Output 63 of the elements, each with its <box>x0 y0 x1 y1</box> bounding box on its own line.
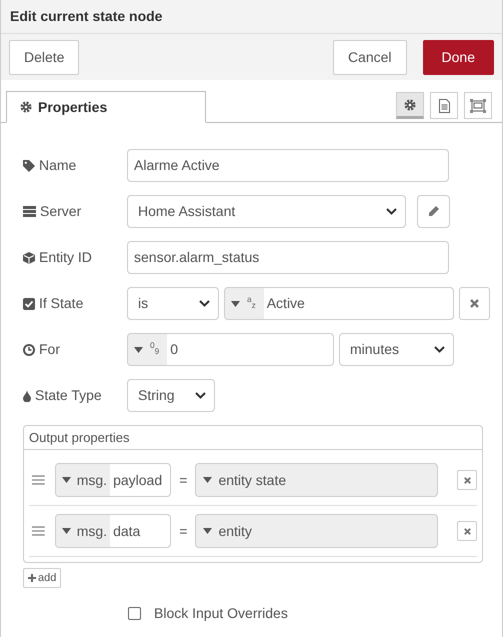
prefix-label: msg. <box>76 522 108 541</box>
caret-icon <box>203 477 212 483</box>
plus-icon <box>28 574 36 582</box>
chevron-down-icon <box>386 208 397 215</box>
caret-icon <box>203 528 212 534</box>
document-icon <box>438 98 450 112</box>
tag-icon <box>23 160 35 172</box>
properties-tab[interactable]: Properties <box>6 91 206 123</box>
remove-button[interactable] <box>457 521 477 541</box>
window-title: Edit current state node <box>10 7 162 26</box>
frame-button[interactable] <box>464 92 492 119</box>
caret-icon <box>134 346 143 352</box>
value-field[interactable]: entity <box>195 514 438 548</box>
value-field[interactable]: entity state <box>195 463 438 497</box>
drag-handle-icon[interactable] <box>32 475 45 485</box>
close-icon <box>464 476 471 484</box>
done-button[interactable]: Done <box>422 40 494 74</box>
checkbox-label: Block Input Overrides <box>154 604 288 623</box>
checked-box-icon <box>23 298 35 310</box>
caret-icon <box>231 300 240 306</box>
checkbox[interactable] <box>128 607 141 620</box>
field-label: For <box>39 340 60 359</box>
remove-button[interactable] <box>457 470 477 490</box>
close-icon <box>470 299 479 308</box>
prefix-label: msg. <box>76 470 108 490</box>
equals-sign: = <box>179 522 188 540</box>
select-field[interactable]: String <box>127 379 215 412</box>
chevron-down-icon <box>434 346 445 353</box>
select-field[interactable]: Home Assistant <box>127 195 406 228</box>
pencil-icon <box>428 206 439 217</box>
field-label: Name <box>39 156 76 175</box>
drag-handle-icon[interactable] <box>32 526 45 536</box>
field-label: Entity ID <box>39 248 92 267</box>
frame-icon <box>470 98 486 112</box>
server-icon <box>23 206 36 217</box>
cube-icon <box>23 252 35 264</box>
add-button[interactable]: add <box>23 568 62 588</box>
remove-button[interactable] <box>459 287 490 320</box>
select-field[interactable]: is <box>127 287 219 320</box>
field-label: State Type <box>35 386 102 405</box>
select-field[interactable]: minutes <box>339 333 454 366</box>
gear-button[interactable] <box>396 92 424 119</box>
text-field[interactable]: Alarme Active <box>127 149 449 182</box>
caret-icon <box>62 477 71 483</box>
property-field[interactable]: msg. data <box>54 514 172 548</box>
equals-sign: = <box>179 470 188 490</box>
document-button[interactable] <box>430 92 458 119</box>
chevron-down-icon <box>199 300 210 307</box>
text-field[interactable]: sensor.alarm_status <box>127 241 449 274</box>
clock-icon <box>23 344 35 356</box>
panel-title: Output properties <box>29 428 130 447</box>
close-icon <box>464 528 471 534</box>
property-field[interactable]: msg. payload <box>54 463 172 497</box>
toolbar-button[interactable]: Delete <box>9 40 80 74</box>
field-label: If State <box>39 294 84 313</box>
edit-button[interactable] <box>417 195 450 228</box>
toolbar-button[interactable]: Cancel <box>332 40 407 74</box>
gear-icon <box>20 101 32 113</box>
caret-icon <box>62 528 71 534</box>
chevron-down-icon <box>195 392 206 399</box>
field-label: Server <box>40 202 82 221</box>
gear-icon <box>404 98 416 110</box>
drop-icon <box>23 390 31 402</box>
